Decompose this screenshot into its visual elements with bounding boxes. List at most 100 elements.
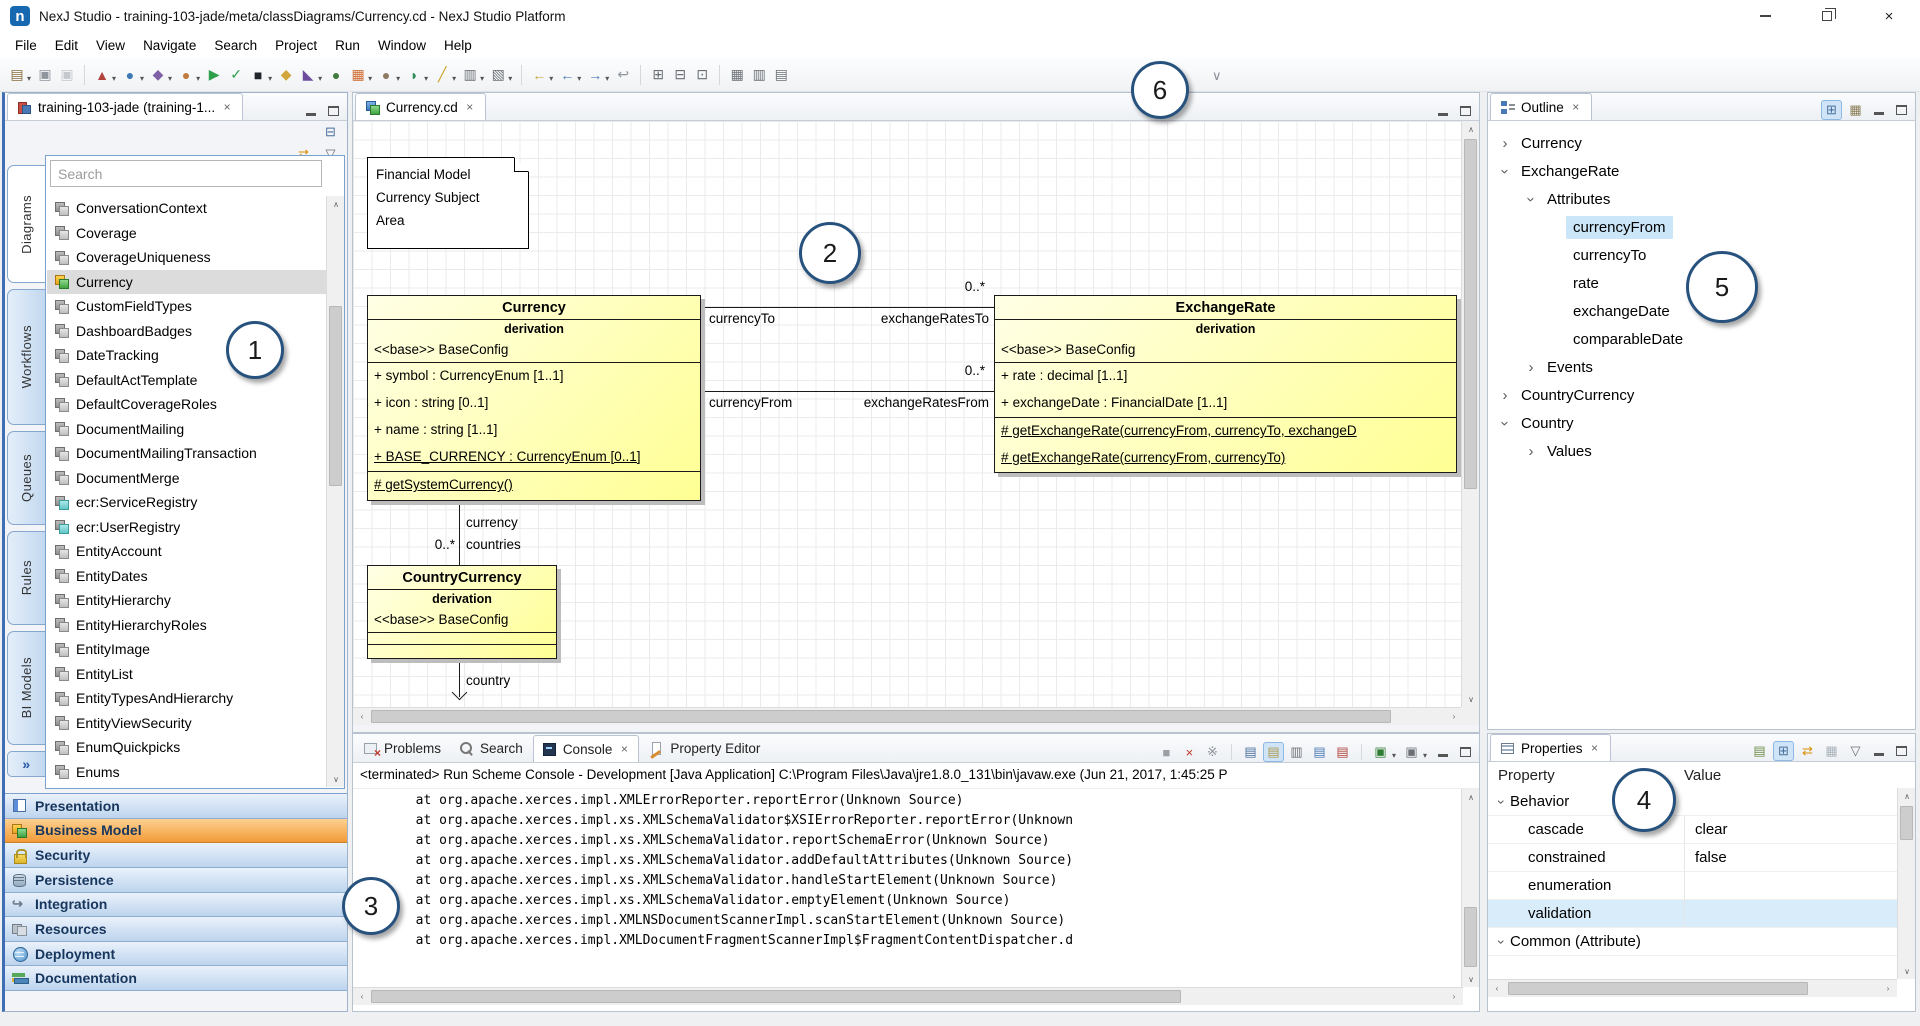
- properties-hscrollbar[interactable]: ‹ ›: [1488, 979, 1897, 997]
- clear-console-icon[interactable]: ▤: [1240, 742, 1261, 762]
- back-icon[interactable]: ←: [557, 64, 577, 86]
- list-item[interactable]: DocumentMerge: [47, 466, 326, 491]
- minify-icon[interactable]: ◣: [298, 64, 318, 86]
- tree-item[interactable]: › Currency: [1488, 129, 1915, 157]
- scroll-right-icon[interactable]: ›: [1445, 988, 1463, 1004]
- menu-item[interactable]: Run: [326, 35, 369, 56]
- property-value[interactable]: [1684, 788, 1897, 815]
- property-value[interactable]: [1684, 872, 1897, 899]
- menu-item[interactable]: Search: [205, 35, 266, 56]
- outline-tab[interactable]: Outline: [1490, 93, 1592, 120]
- dropdown-caret-icon[interactable]: ▾: [196, 74, 200, 83]
- property-row[interactable]: cascade clear: [1488, 816, 1897, 844]
- list-item[interactable]: ecr:UserRegistry: [47, 515, 326, 540]
- multiplicity-label[interactable]: 0..*: [965, 363, 985, 378]
- layout-tree-icon[interactable]: ⊟: [670, 64, 690, 86]
- layout-radial-icon[interactable]: ⊡: [692, 64, 712, 86]
- editor-vscrollbar[interactable]: ∧ ∨: [1461, 121, 1479, 707]
- user-icon[interactable]: ●: [176, 64, 196, 86]
- class-attribute[interactable]: + exchangeDate : FinancialDate [1..1]: [995, 390, 1456, 417]
- role-label[interactable]: currency: [466, 515, 518, 530]
- section-bar[interactable]: Presentation: [5, 794, 347, 819]
- align-left-icon[interactable]: ▦: [727, 64, 747, 86]
- maximize-view-button[interactable]: [1892, 742, 1910, 760]
- vertical-tab[interactable]: Diagrams: [7, 165, 45, 283]
- section-bar[interactable]: Documentation: [5, 966, 347, 991]
- tree-mode-icon[interactable]: ⊞: [1773, 741, 1794, 761]
- save-icon[interactable]: ▣: [35, 64, 55, 86]
- property-row[interactable]: › Behavior: [1488, 788, 1897, 816]
- grab-icon[interactable]: ●: [376, 64, 396, 86]
- scroll-thumb[interactable]: [329, 306, 342, 486]
- minimize-view-button[interactable]: [1434, 102, 1452, 120]
- list-item[interactable]: EntityViewSecurity: [47, 711, 326, 736]
- uml-note[interactable]: Financial ModelCurrency SubjectArea: [367, 157, 529, 249]
- expand-chevron-icon[interactable]: ›: [1522, 443, 1540, 460]
- console-tab[interactable]: Search: [451, 735, 531, 762]
- list-item[interactable]: DateTracking: [47, 343, 326, 368]
- restore-default-icon[interactable]: ▦: [1821, 741, 1842, 761]
- scroll-down-icon[interactable]: ∨: [1898, 963, 1916, 979]
- open-console-icon[interactable]: ▣: [1401, 742, 1422, 762]
- vertical-tab[interactable]: Rules: [7, 531, 45, 625]
- maximize-view-button[interactable]: [1456, 102, 1474, 120]
- scroll-thumb[interactable]: [1464, 907, 1477, 967]
- property-value[interactable]: [1684, 928, 1897, 955]
- vertical-tab[interactable]: BI Models: [7, 631, 45, 745]
- search-input[interactable]: [50, 160, 322, 187]
- property-row[interactable]: constrained false: [1488, 844, 1897, 872]
- minimize-view-button[interactable]: [302, 102, 320, 120]
- association-countries-top[interactable]: [459, 501, 460, 565]
- list-item[interactable]: DocumentMailing: [47, 417, 326, 442]
- expand-chevron-icon[interactable]: ›: [1494, 934, 1510, 950]
- dropdown-caret-icon[interactable]: ▾: [508, 74, 512, 83]
- scroll-down-icon[interactable]: ∨: [1462, 971, 1480, 987]
- minimize-view-button[interactable]: [1870, 742, 1888, 760]
- console-tab[interactable]: Console: [533, 735, 640, 762]
- dropdown-caret-icon[interactable]: ▾: [605, 74, 609, 83]
- menu-item[interactable]: View: [87, 35, 134, 56]
- vertical-tab[interactable]: »: [7, 751, 45, 777]
- menu-item[interactable]: Navigate: [134, 35, 205, 56]
- list-item[interactable]: DefaultCoverageRoles: [47, 392, 326, 417]
- diagram-canvas[interactable]: Financial ModelCurrency SubjectArea curr…: [353, 121, 1463, 707]
- close-icon[interactable]: [618, 742, 630, 756]
- section-bar[interactable]: Persistence: [5, 868, 347, 893]
- validate-icon[interactable]: ✓: [226, 64, 246, 86]
- role-label[interactable]: exchangeRatesTo: [881, 311, 989, 326]
- class-attribute[interactable]: + symbol : CurrencyEnum [1..1]: [368, 363, 700, 390]
- tree-item[interactable]: › Attributes: [1488, 185, 1915, 213]
- property-value[interactable]: clear: [1684, 816, 1897, 843]
- explorer-scrollbar[interactable]: ∧ ∨: [326, 196, 344, 787]
- scheme-console-icon[interactable]: ■: [248, 64, 268, 86]
- class-operation[interactable]: # getExchangeRate(currencyFrom, currency…: [995, 445, 1456, 472]
- expand-chevron-icon[interactable]: ›: [1496, 387, 1514, 404]
- maximize-view-button[interactable]: [324, 102, 342, 120]
- remove-launch-icon[interactable]: ×: [1179, 742, 1200, 762]
- properties-vscrollbar[interactable]: ∧ ∨: [1897, 788, 1915, 979]
- dropdown-caret-icon[interactable]: ▾: [168, 74, 172, 83]
- pin-console-icon[interactable]: ▣: [1370, 742, 1391, 762]
- dropdown-caret-icon[interactable]: ▾: [396, 74, 400, 83]
- minimize-view-button[interactable]: [1870, 101, 1888, 119]
- list-item[interactable]: EnumQuickpicks: [47, 735, 326, 760]
- scroll-up-icon[interactable]: ∧: [1462, 121, 1480, 137]
- dropdown-caret-icon[interactable]: ▾: [368, 74, 372, 83]
- class-country-currency[interactable]: CountryCurrency derivation <<base>> Base…: [367, 565, 557, 659]
- list-item[interactable]: DashboardBadges: [47, 319, 326, 344]
- checklist-icon[interactable]: ▥: [460, 64, 480, 86]
- scroll-down-icon[interactable]: ∨: [327, 771, 345, 787]
- scroll-left-icon[interactable]: ‹: [353, 988, 371, 1004]
- restore-button[interactable]: [1796, 0, 1858, 32]
- dropdown-caret-icon[interactable]: ▾: [318, 74, 322, 83]
- scroll-thumb[interactable]: [1464, 139, 1477, 489]
- section-bar[interactable]: Integration: [5, 893, 347, 918]
- list-item[interactable]: EntityImage: [47, 637, 326, 662]
- properties-tab[interactable]: Properties: [1490, 734, 1611, 761]
- list-item[interactable]: DocumentMailingTransaction: [47, 441, 326, 466]
- class-exchange-rate[interactable]: ExchangeRate derivation <<base>> BaseCon…: [994, 295, 1457, 473]
- remove-all-launches-icon[interactable]: ※: [1202, 742, 1223, 762]
- association-currencyFrom[interactable]: [701, 391, 994, 392]
- forward-icon[interactable]: →: [585, 64, 605, 86]
- form-icon[interactable]: ▧: [488, 64, 508, 86]
